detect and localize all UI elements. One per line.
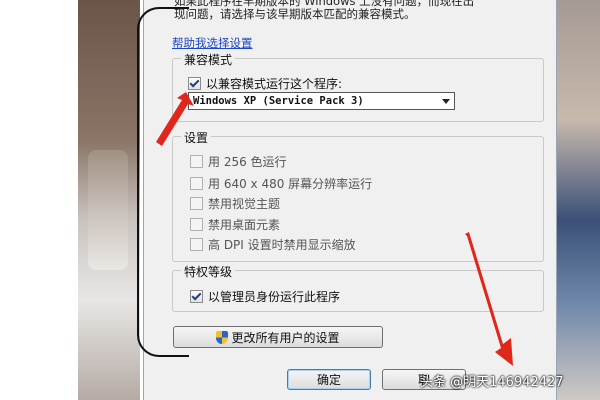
watermark-text: 头条 @明天146942427 — [420, 375, 564, 390]
setting-256-colors-check-box[interactable] — [190, 155, 203, 168]
run-as-admin-check-box[interactable] — [190, 290, 203, 303]
setting-disable-visual-themes-check-box[interactable] — [190, 197, 203, 210]
setting-disable-desktop-composition-check-box[interactable] — [190, 218, 203, 231]
red-arrow-annotation-top — [156, 92, 194, 146]
run-in-compat-label: 以兼容模式运行这个程序: — [206, 77, 343, 91]
intro-text: 如果此程序在早期版本的 Windows 上没有问题，而现在出 现问题，请选择与该… — [174, 0, 534, 21]
background-photo-left — [78, 0, 140, 400]
os-version-value: Windows XP (Service Pack 3) — [193, 95, 364, 107]
setting-disable-desktop-composition[interactable]: 禁用桌面元素 — [190, 216, 280, 233]
background-left-white — [0, 0, 78, 400]
change-all-users-button[interactable]: 更改所有用户的设置 — [173, 326, 383, 348]
run-as-admin-label: 以管理员身份运行此程序 — [208, 290, 341, 304]
setting-disable-desktop-composition-label: 禁用桌面元素 — [208, 218, 281, 232]
setting-640x480[interactable]: 用 640 x 480 屏幕分辨率运行 — [190, 175, 372, 192]
setting-640x480-check-box[interactable] — [190, 177, 203, 190]
os-version-select[interactable]: Windows XP (Service Pack 3) — [188, 92, 455, 110]
ok-label: 确定 — [316, 373, 341, 387]
run-as-admin-checkbox[interactable]: 以管理员身份运行此程序 — [190, 288, 340, 305]
run-in-compat-checkbox[interactable]: 以兼容模式运行这个程序: — [188, 75, 342, 92]
red-arrow-annotation-bottom — [465, 232, 513, 366]
shield-icon — [216, 330, 229, 344]
setting-disable-visual-themes-label: 禁用视觉主题 — [208, 197, 281, 211]
compat-mode-group: 兼容模式 以兼容模式运行这个程序: — [172, 51, 544, 122]
setting-disable-dpi-scaling-label: 高 DPI 设置时禁用显示缩放 — [208, 238, 356, 252]
setting-disable-visual-themes[interactable]: 禁用视觉主题 — [190, 195, 280, 212]
annotation-bracket — [137, 7, 189, 357]
privilege-title: 特权等级 — [181, 263, 236, 280]
setting-disable-dpi-scaling[interactable]: 高 DPI 设置时禁用显示缩放 — [190, 236, 356, 253]
ok-button[interactable]: 确定 — [287, 369, 371, 390]
change-all-users-label: 更改所有用户的设置 — [231, 330, 340, 345]
setting-256-colors-label: 用 256 色运行 — [208, 155, 287, 169]
compat-mode-title: 兼容模式 — [181, 51, 236, 68]
run-in-compat-check-box[interactable] — [188, 77, 201, 90]
setting-256-colors[interactable]: 用 256 色运行 — [190, 153, 287, 170]
intro-line-2: 现问题，请选择与该早期版本匹配的兼容模式。 — [174, 7, 416, 21]
chevron-down-icon[interactable] — [442, 99, 450, 104]
setting-disable-dpi-scaling-check-box[interactable] — [190, 238, 203, 251]
setting-640x480-label: 用 640 x 480 屏幕分辨率运行 — [208, 177, 373, 191]
